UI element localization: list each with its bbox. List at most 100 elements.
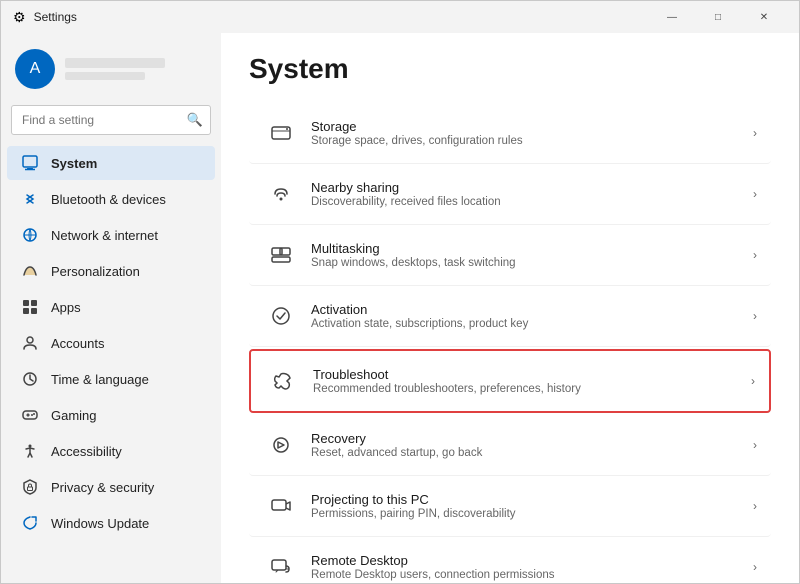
settings-icon: ⚙: [13, 9, 26, 26]
sidebar-label-privacy: Privacy & security: [51, 480, 154, 495]
window-title: Settings: [34, 10, 77, 24]
sidebar-label-time: Time & language: [51, 372, 149, 387]
recovery-text: Recovery Reset, advanced startup, go bac…: [311, 431, 753, 459]
privacy-icon: [21, 478, 39, 496]
multitasking-title: Multitasking: [311, 241, 753, 256]
user-name: [65, 58, 165, 68]
sidebar-item-accessibility[interactable]: Accessibility: [7, 434, 215, 468]
search-input[interactable]: [11, 105, 211, 135]
remote-title: Remote Desktop: [311, 553, 753, 568]
sidebar-label-gaming: Gaming: [51, 408, 97, 423]
remote-desc: Remote Desktop users, connection permiss…: [311, 569, 753, 581]
settings-item-storage[interactable]: Storage Storage space, drives, configura…: [249, 103, 771, 164]
troubleshoot-icon: [265, 363, 301, 399]
storage-icon: [263, 115, 299, 151]
settings-item-nearby[interactable]: Nearby sharing Discoverability, received…: [249, 164, 771, 225]
recovery-chevron: ›: [753, 438, 757, 452]
sidebar-label-personalization: Personalization: [51, 264, 140, 279]
settings-item-projecting[interactable]: Projecting to this PC Permissions, pairi…: [249, 476, 771, 537]
avatar: A: [15, 49, 55, 89]
window-controls: — □ ✕: [649, 1, 787, 33]
sidebar-label-bluetooth: Bluetooth & devices: [51, 192, 166, 207]
troubleshoot-desc: Recommended troubleshooters, preferences…: [313, 383, 751, 395]
personalization-icon: [21, 262, 39, 280]
multitasking-icon: [263, 237, 299, 273]
activation-text: Activation Activation state, subscriptio…: [311, 302, 753, 330]
settings-item-multitasking[interactable]: Multitasking Snap windows, desktops, tas…: [249, 225, 771, 286]
system-icon: [21, 154, 39, 172]
maximize-button[interactable]: □: [695, 1, 741, 33]
settings-item-recovery[interactable]: Recovery Reset, advanced startup, go bac…: [249, 415, 771, 476]
projecting-icon: [263, 488, 299, 524]
sidebar-item-network[interactable]: Network & internet: [7, 218, 215, 252]
settings-item-remote[interactable]: Remote Desktop Remote Desktop users, con…: [249, 537, 771, 583]
page-title: System: [249, 53, 771, 85]
sidebar-item-time[interactable]: Time & language: [7, 362, 215, 396]
settings-item-activation[interactable]: Activation Activation state, subscriptio…: [249, 286, 771, 347]
close-button[interactable]: ✕: [741, 1, 787, 33]
sidebar-label-accessibility: Accessibility: [51, 444, 122, 459]
activation-desc: Activation state, subscriptions, product…: [311, 318, 753, 330]
settings-list: Storage Storage space, drives, configura…: [249, 103, 771, 583]
title-bar-left: ⚙ Settings: [13, 9, 77, 26]
window-content: A 🔍: [1, 33, 799, 583]
sidebar: A 🔍: [1, 33, 221, 583]
nearby-chevron: ›: [753, 187, 757, 201]
multitasking-chevron: ›: [753, 248, 757, 262]
sidebar-label-accounts: Accounts: [51, 336, 104, 351]
search-box: 🔍: [11, 105, 211, 135]
nearby-desc: Discoverability, received files location: [311, 196, 753, 208]
user-info: [65, 58, 165, 80]
sidebar-label-network: Network & internet: [51, 228, 158, 243]
remote-chevron: ›: [753, 560, 757, 574]
projecting-desc: Permissions, pairing PIN, discoverabilit…: [311, 508, 753, 520]
minimize-button[interactable]: —: [649, 1, 695, 33]
sidebar-item-gaming[interactable]: Gaming: [7, 398, 215, 432]
sidebar-item-accounts[interactable]: Accounts: [7, 326, 215, 360]
multitasking-desc: Snap windows, desktops, task switching: [311, 257, 753, 269]
recovery-title: Recovery: [311, 431, 753, 446]
recovery-icon: [263, 427, 299, 463]
bluetooth-icon: [21, 190, 39, 208]
troubleshoot-chevron: ›: [751, 374, 755, 388]
sidebar-label-apps: Apps: [51, 300, 81, 315]
activation-chevron: ›: [753, 309, 757, 323]
troubleshoot-text: Troubleshoot Recommended troubleshooters…: [313, 367, 751, 395]
remote-icon: [263, 549, 299, 583]
settings-window: ⚙ Settings — □ ✕ A: [0, 0, 800, 584]
sidebar-item-system[interactable]: System: [7, 146, 215, 180]
sidebar-label-windows-update: Windows Update: [51, 516, 149, 531]
sidebar-item-privacy[interactable]: Privacy & security: [7, 470, 215, 504]
troubleshoot-title: Troubleshoot: [313, 367, 751, 382]
nearby-text: Nearby sharing Discoverability, received…: [311, 180, 753, 208]
projecting-text: Projecting to this PC Permissions, pairi…: [311, 492, 753, 520]
multitasking-text: Multitasking Snap windows, desktops, tas…: [311, 241, 753, 269]
nearby-icon: [263, 176, 299, 212]
apps-icon: [21, 298, 39, 316]
sidebar-item-bluetooth[interactable]: Bluetooth & devices: [7, 182, 215, 216]
time-icon: [21, 370, 39, 388]
user-profile[interactable]: A: [1, 41, 221, 101]
avatar-initials: A: [30, 60, 41, 78]
sidebar-label-system: System: [51, 156, 97, 171]
sidebar-item-apps[interactable]: Apps: [7, 290, 215, 324]
remote-text: Remote Desktop Remote Desktop users, con…: [311, 553, 753, 581]
network-icon: [21, 226, 39, 244]
accounts-icon: [21, 334, 39, 352]
projecting-title: Projecting to this PC: [311, 492, 753, 507]
sidebar-item-windows-update[interactable]: Windows Update: [7, 506, 215, 540]
title-bar: ⚙ Settings — □ ✕: [1, 1, 799, 33]
recovery-desc: Reset, advanced startup, go back: [311, 447, 753, 459]
projecting-chevron: ›: [753, 499, 757, 513]
nearby-title: Nearby sharing: [311, 180, 753, 195]
settings-item-troubleshoot[interactable]: Troubleshoot Recommended troubleshooters…: [249, 349, 771, 413]
storage-text: Storage Storage space, drives, configura…: [311, 119, 753, 147]
sidebar-item-personalization[interactable]: Personalization: [7, 254, 215, 288]
accessibility-icon: [21, 442, 39, 460]
windows-update-icon: [21, 514, 39, 532]
activation-icon: [263, 298, 299, 334]
main-panel: System Storage Storage space, drives, co…: [221, 33, 799, 583]
user-email: [65, 72, 145, 80]
activation-title: Activation: [311, 302, 753, 317]
storage-title: Storage: [311, 119, 753, 134]
